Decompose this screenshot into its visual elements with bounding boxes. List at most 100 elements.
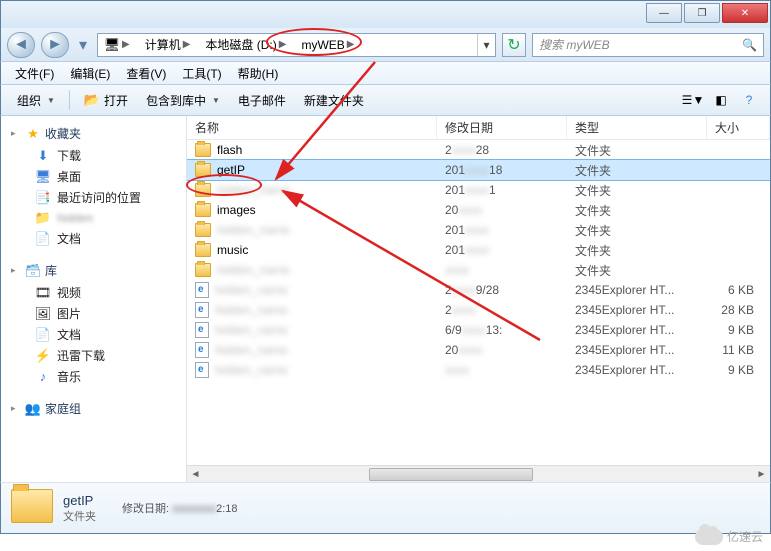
file-type: 文件夹 (567, 202, 707, 219)
maximize-button[interactable]: ❐ (684, 3, 720, 23)
close-icon: ✕ (741, 8, 749, 19)
button-label: 打开 (104, 92, 128, 109)
folder-icon (195, 183, 211, 197)
chevron-down-icon: ▼ (692, 93, 704, 107)
document-icon: 📄 (35, 327, 51, 343)
file-row[interactable]: hidden_name20xxxx2345Explorer HT...11 KB (187, 340, 770, 360)
column-name[interactable]: 名称 (187, 116, 437, 139)
sidebar-item-music[interactable]: ♪音乐 (1, 366, 186, 387)
file-row[interactable]: hidden_namexxxx文件夹 (187, 260, 770, 280)
back-button[interactable]: ◄ (7, 32, 35, 58)
preview-pane-button[interactable]: ◧ (708, 88, 734, 112)
video-icon: 🎞 (35, 285, 51, 301)
downloads-icon: ⬇ (35, 148, 51, 164)
library-icon: 🗃 (25, 263, 41, 279)
scroll-right-icon[interactable]: ► (753, 466, 770, 483)
menu-edit[interactable]: 编辑(E) (64, 63, 116, 84)
sidebar-item-documents-lib[interactable]: 📄文档 (1, 324, 186, 345)
address-root-icon[interactable]: 🖥▶ (98, 34, 139, 56)
file-date-suffix: 9/28 (476, 283, 499, 297)
search-input[interactable]: 搜索 myWEB 🔍 (532, 33, 764, 57)
chevron-right-icon: ▶ (181, 39, 193, 50)
folder-icon (195, 203, 211, 217)
email-button[interactable]: 电子邮件 (230, 88, 294, 113)
help-button[interactable]: ? (736, 88, 762, 112)
folder-icon (195, 243, 211, 257)
chevron-right-icon: ▶ (345, 39, 357, 50)
horizontal-scrollbar[interactable]: ◄ ► (187, 465, 770, 482)
view-icon: ☰ (682, 93, 693, 107)
close-button[interactable]: ✕ (722, 3, 768, 23)
file-size: 6 KB (707, 283, 770, 297)
sidebar-item-label: 桌面 (57, 168, 81, 185)
file-row[interactable]: getIP201xxxx18文件夹 (187, 160, 770, 180)
history-dropdown[interactable]: ▾ (75, 37, 91, 53)
file-name: hidden_name (215, 323, 288, 337)
sidebar-item-pictures[interactable]: 🖼图片 (1, 303, 186, 324)
details-thumbnail (11, 489, 53, 527)
new-folder-button[interactable]: 新建文件夹 (296, 88, 372, 113)
file-type: 文件夹 (567, 222, 707, 239)
file-row[interactable]: images20xxxx文件夹 (187, 200, 770, 220)
sidebar-item-documents[interactable]: 📄文档 (1, 228, 186, 249)
file-date-prefix: 201 (445, 163, 465, 177)
menubar: 文件(F) 编辑(E) 查看(V) 工具(T) 帮助(H) (0, 62, 771, 84)
organize-button[interactable]: 组织▼ (9, 88, 63, 113)
address-bar[interactable]: 🖥▶ 计算机▶ 本地磁盘 (D:)▶ myWEB▶ ▾ (97, 33, 496, 57)
include-in-library-button[interactable]: 包含到库中▼ (138, 88, 228, 113)
minimize-button[interactable]: — (646, 3, 682, 23)
file-row[interactable]: hidden_name6/9xxxx13:2345Explorer HT...9… (187, 320, 770, 340)
sidebar-item-videos[interactable]: 🎞视频 (1, 282, 186, 303)
libraries-header[interactable]: ▸🗃库 (1, 259, 186, 282)
scroll-track[interactable] (204, 466, 753, 482)
file-date-prefix: 20 (445, 203, 458, 217)
file-row[interactable]: hidden_name201xxxx1文件夹 (187, 180, 770, 200)
file-row[interactable]: hidden_name2xxxx9/282345Explorer HT...6 … (187, 280, 770, 300)
file-row[interactable]: flash2xxxx28文件夹 (187, 140, 770, 160)
column-type[interactable]: 类型 (567, 116, 707, 139)
file-date-suffix: 18 (489, 163, 502, 177)
sidebar-item-downloads[interactable]: ⬇下载 (1, 145, 186, 166)
file-date-suffix: 28 (476, 143, 489, 157)
column-date[interactable]: 修改日期 (437, 116, 567, 139)
file-name: hidden_name (217, 223, 290, 237)
file-date-hidden: xxxx (465, 243, 489, 257)
menu-view[interactable]: 查看(V) (120, 63, 172, 84)
file-date-hidden: xxxx (458, 343, 482, 357)
file-name: hidden_name (215, 343, 288, 357)
favorites-header[interactable]: ▸★收藏夹 (1, 122, 186, 145)
scroll-thumb[interactable] (369, 468, 534, 481)
file-name: getIP (217, 163, 245, 177)
open-button[interactable]: 📂打开 (76, 88, 136, 113)
details-date-value: xxxxxxxx (172, 503, 216, 515)
sidebar-item-recent[interactable]: 📑最近访问的位置 (1, 187, 186, 208)
file-row[interactable]: hidden_namexxxx2345Explorer HT...9 KB (187, 360, 770, 380)
sidebar-item-hidden[interactable]: 📁hidden (1, 208, 186, 228)
navigation-row: ◄ ► ▾ 🖥▶ 计算机▶ 本地磁盘 (D:)▶ myWEB▶ ▾ ↻ 搜索 m… (0, 28, 771, 62)
breadcrumb-folder[interactable]: myWEB▶ (295, 34, 363, 56)
forward-button[interactable]: ► (41, 32, 69, 58)
file-row[interactable]: hidden_name201xxxx文件夹 (187, 220, 770, 240)
breadcrumb-computer[interactable]: 计算机▶ (139, 34, 200, 56)
menu-help[interactable]: 帮助(H) (232, 63, 285, 84)
file-type: 2345Explorer HT... (567, 283, 707, 297)
explorer-body: ▸★收藏夹 ⬇下载 🖥 桌面 📑最近访问的位置 📁hidden 📄文档 ▸🗃库 🎞… (0, 116, 771, 482)
refresh-button[interactable]: ↻ (502, 33, 526, 57)
window-titlebar: — ❐ ✕ (0, 0, 771, 28)
file-date-hidden: xxxx (465, 183, 489, 197)
menu-tools[interactable]: 工具(T) (176, 63, 227, 84)
menu-file[interactable]: 文件(F) (9, 63, 60, 84)
button-label: 组织 (17, 92, 41, 109)
file-type: 2345Explorer HT... (567, 303, 707, 317)
column-size[interactable]: 大小 (707, 116, 770, 139)
file-row[interactable]: hidden_name2xxxx2345Explorer HT...28 KB (187, 300, 770, 320)
file-row[interactable]: music201xxxx文件夹 (187, 240, 770, 260)
breadcrumb-drive[interactable]: 本地磁盘 (D:)▶ (199, 34, 295, 56)
homegroup-header[interactable]: ▸👥家庭组 (1, 397, 186, 420)
sidebar-item-thunder[interactable]: ⚡迅雷下载 (1, 345, 186, 366)
view-options-button[interactable]: ☰▼ (680, 88, 706, 112)
scroll-left-icon[interactable]: ◄ (187, 466, 204, 483)
sidebar-item-desktop[interactable]: 🖥 桌面 (1, 166, 186, 187)
desktop-icon: 🖥 (35, 169, 51, 185)
address-dropdown[interactable]: ▾ (477, 34, 495, 56)
